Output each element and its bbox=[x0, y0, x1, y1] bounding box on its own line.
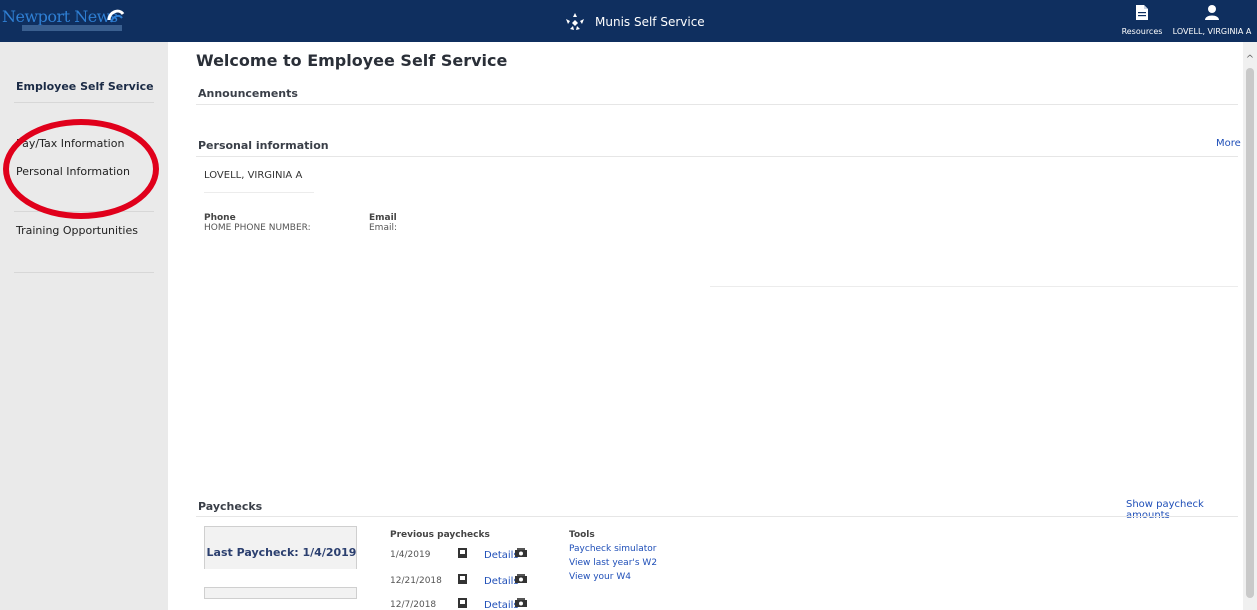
munis-logo-icon bbox=[566, 13, 584, 30]
sidebar-title[interactable]: Employee Self Service bbox=[16, 80, 154, 93]
app-title-area: Munis Self Service bbox=[563, 10, 705, 34]
paycheck-details-link[interactable]: Details bbox=[484, 600, 519, 610]
phone-value: HOME PHONE NUMBER: bbox=[204, 223, 311, 233]
phone-label: Phone bbox=[204, 213, 236, 223]
paycheck-date: 12/7/2018 bbox=[390, 600, 437, 610]
email-label: Email bbox=[369, 213, 397, 223]
paychecks-divider bbox=[196, 516, 1238, 517]
view-w2-link[interactable]: View last year's W2 bbox=[569, 558, 657, 568]
personal-info-divider bbox=[196, 156, 1238, 157]
resources-button[interactable]: Resources bbox=[1120, 4, 1164, 36]
main-content: Welcome to Employee Self Service Announc… bbox=[168, 42, 1243, 610]
newport-news-logo[interactable]: Newport News bbox=[2, 7, 127, 36]
sidebar-divider bbox=[14, 102, 154, 103]
sidebar: Employee Self Service Pay/Tax Informatio… bbox=[0, 42, 168, 610]
app-title: Munis Self Service bbox=[595, 15, 705, 29]
last-paycheck-label: Last Paycheck: 1/4/2019 bbox=[206, 546, 357, 559]
last-paycheck-card[interactable]: Last Paycheck: 1/4/2019 bbox=[204, 526, 357, 569]
logo-text: Newport News bbox=[2, 7, 118, 26]
announcements-divider bbox=[196, 104, 1238, 105]
print-icon[interactable] bbox=[458, 598, 467, 608]
print-icon[interactable] bbox=[458, 548, 467, 558]
paycheck-details-link[interactable]: Details bbox=[484, 550, 519, 561]
sidebar-divider bbox=[14, 211, 154, 212]
logo-swoosh-icon bbox=[107, 9, 125, 23]
top-bar: Newport News Munis Self Service Resource… bbox=[0, 0, 1257, 42]
sidebar-item-personal-information[interactable]: Personal Information bbox=[16, 165, 130, 178]
money-icon[interactable] bbox=[515, 574, 527, 584]
previous-paychecks-title: Previous paychecks bbox=[390, 530, 490, 540]
user-menu-button[interactable]: LOVELL, VIRGINIA A bbox=[1168, 4, 1256, 36]
more-link[interactable]: More bbox=[1216, 138, 1241, 149]
logo-tagline bbox=[22, 25, 122, 31]
personal-info-title: Personal information bbox=[198, 139, 329, 152]
scroll-thumb[interactable] bbox=[1246, 68, 1254, 598]
name-underline bbox=[204, 192, 314, 193]
user-icon bbox=[1205, 5, 1219, 20]
user-name-label: LOVELL, VIRGINIA A bbox=[1172, 27, 1252, 36]
employee-name: LOVELL, VIRGINIA A bbox=[204, 170, 303, 181]
scroll-up-icon[interactable]: ^ bbox=[1244, 54, 1256, 66]
show-paycheck-amounts-link[interactable]: Show paycheck amounts bbox=[1126, 499, 1243, 521]
document-icon bbox=[1136, 5, 1148, 20]
paycheck-card-next[interactable] bbox=[204, 587, 357, 599]
announcements-title: Announcements bbox=[198, 87, 298, 100]
email-value: Email: bbox=[369, 223, 398, 233]
print-icon[interactable] bbox=[458, 574, 467, 584]
paycheck-details-link[interactable]: Details bbox=[484, 576, 519, 587]
money-icon[interactable] bbox=[515, 598, 527, 608]
view-w4-link[interactable]: View your W4 bbox=[569, 572, 631, 582]
personal-info-bottom-divider bbox=[710, 286, 1238, 287]
resources-label: Resources bbox=[1121, 27, 1163, 36]
tools-title: Tools bbox=[569, 530, 595, 540]
money-icon[interactable] bbox=[515, 548, 527, 558]
paycheck-date: 12/21/2018 bbox=[390, 576, 442, 586]
paycheck-simulator-link[interactable]: Paycheck simulator bbox=[569, 544, 657, 554]
paycheck-date: 1/4/2019 bbox=[390, 550, 431, 560]
vertical-scrollbar[interactable]: ^ bbox=[1243, 42, 1257, 610]
sidebar-item-training[interactable]: Training Opportunities bbox=[16, 224, 138, 237]
sidebar-divider bbox=[14, 272, 154, 273]
page-title: Welcome to Employee Self Service bbox=[196, 51, 508, 70]
paychecks-title: Paychecks bbox=[198, 500, 263, 513]
sidebar-item-pay-tax[interactable]: Pay/Tax Information bbox=[16, 137, 124, 150]
